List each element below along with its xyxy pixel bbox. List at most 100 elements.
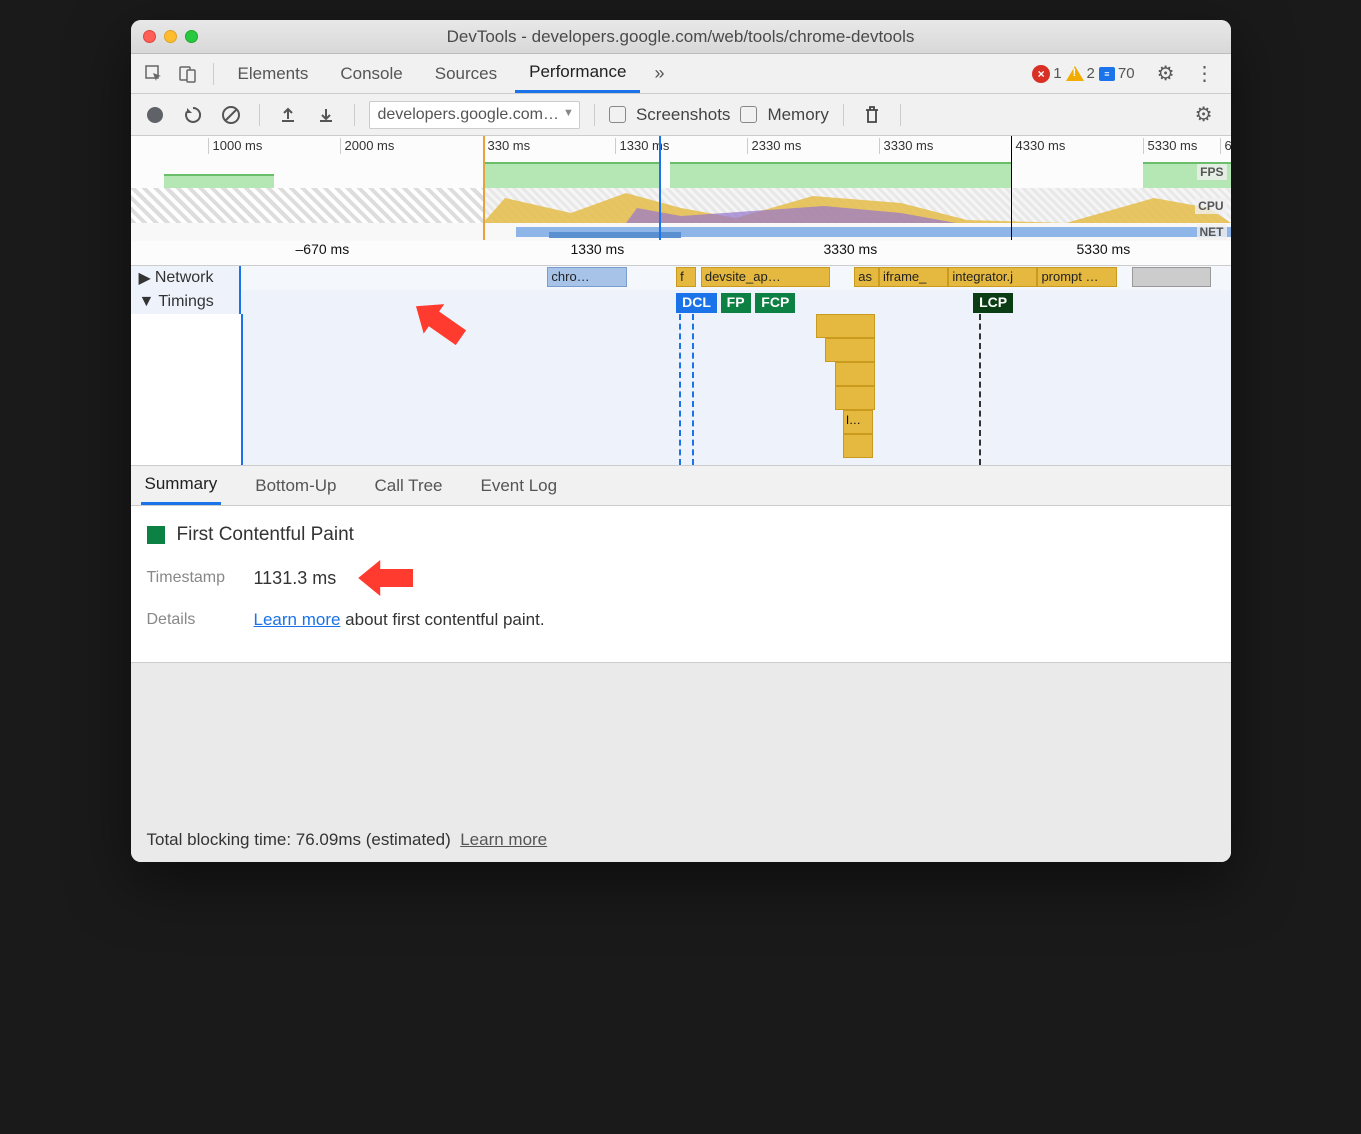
network-item[interactable]: prompt … (1037, 267, 1116, 287)
network-item[interactable] (1132, 267, 1211, 287)
maximize-window-button[interactable] (185, 30, 198, 43)
details-label: Details (147, 611, 242, 629)
more-tabs-button[interactable]: » (644, 63, 674, 84)
detail-ruler: –670 ms 1330 ms 3330 ms 5330 ms (131, 241, 1231, 263)
long-task-bar[interactable] (835, 362, 875, 386)
performance-toolbar: developers.google.com… Screenshots Memor… (131, 94, 1231, 136)
network-item[interactable]: chro… (547, 267, 626, 287)
tab-elements[interactable]: Elements (224, 56, 323, 92)
network-item[interactable]: integrator.j (948, 267, 1037, 287)
tab-bottom-up[interactable]: Bottom-Up (251, 468, 340, 504)
timing-marker-fcp[interactable]: FCP (755, 293, 795, 313)
screenshots-checkbox[interactable] (609, 106, 626, 123)
warning-icon (1066, 66, 1084, 81)
tab-event-log[interactable]: Event Log (477, 468, 562, 504)
record-button[interactable] (141, 101, 169, 129)
long-task-bar[interactable]: l… (843, 410, 873, 434)
ruler-tick: 633 (1220, 138, 1231, 154)
cpu-lane: CPU (131, 188, 1231, 223)
ruler-tick: 2330 ms (747, 138, 802, 154)
tab-sources[interactable]: Sources (421, 56, 511, 92)
learn-more-link[interactable]: Learn more (460, 830, 547, 849)
separator (354, 104, 355, 126)
clear-button[interactable] (217, 101, 245, 129)
details-tabs: Summary Bottom-Up Call Tree Event Log (131, 466, 1231, 506)
summary-panel: First Contentful Paint Timestamp 1131.3 … (131, 506, 1231, 662)
timing-marker-lcp[interactable]: LCP (973, 293, 1013, 313)
more-menu-icon[interactable]: ⋮ (1187, 61, 1223, 86)
cpu-label: CPU (1195, 198, 1226, 214)
timing-marker-fp[interactable]: FP (721, 293, 751, 313)
network-item[interactable]: devsite_ap… (701, 267, 830, 287)
network-track-header[interactable]: ▶ Network (131, 266, 241, 290)
chevron-right-icon: ▶ (139, 268, 151, 288)
marker-line (679, 314, 681, 465)
inspect-element-icon[interactable] (139, 59, 169, 89)
timestamp-label: Timestamp (147, 569, 242, 587)
error-count[interactable]: ×1 (1032, 65, 1061, 83)
long-task-bar[interactable] (825, 338, 874, 362)
panel-tabs: Elements Console Sources Performance » ×… (131, 54, 1231, 94)
annotation-arrow-icon (358, 560, 413, 596)
ruler-tick: 2000 ms (340, 138, 395, 154)
save-profile-button[interactable] (312, 101, 340, 129)
network-item[interactable]: f (676, 267, 696, 287)
blocking-time-text: Total blocking time: 76.09ms (estimated) (147, 830, 451, 849)
settings-icon[interactable]: ⚙ (1149, 61, 1183, 86)
separator (259, 104, 260, 126)
long-task-bar[interactable] (843, 434, 873, 458)
timings-track: ▼ Timings DCL FP FCP LCP (131, 290, 1231, 314)
flame-chart[interactable]: ▶ Network chro… f devsite_ap… as iframe_… (131, 266, 1231, 466)
ruler-tick: 1000 ms (208, 138, 263, 154)
tab-performance[interactable]: Performance (515, 54, 640, 93)
timings-track-content[interactable]: DCL FP FCP LCP (241, 290, 1231, 314)
timings-track-header[interactable]: ▼ Timings (131, 290, 241, 314)
net-lane: NET (131, 223, 1231, 241)
network-track-content[interactable]: chro… f devsite_ap… as iframe_ integrato… (241, 266, 1231, 290)
event-color-swatch (147, 526, 165, 544)
footer-panel: Total blocking time: 76.09ms (estimated)… (131, 662, 1231, 862)
ruler-tick: 330 ms (483, 138, 531, 154)
overview-ruler: 1000 ms 2000 ms 330 ms 1330 ms 2330 ms 3… (131, 136, 1231, 158)
tab-call-tree[interactable]: Call Tree (370, 468, 446, 504)
separator (900, 104, 901, 126)
window-title: DevTools - developers.google.com/web/too… (131, 27, 1231, 47)
recording-selector[interactable]: developers.google.com… (369, 101, 580, 129)
message-count[interactable]: ≡70 (1099, 65, 1135, 82)
error-icon: × (1032, 65, 1050, 83)
selection-marker[interactable] (659, 136, 661, 240)
capture-settings-icon[interactable]: ⚙ (1187, 102, 1221, 127)
chevron-down-icon: ▼ (139, 293, 155, 311)
overview-timeline[interactable]: 1000 ms 2000 ms 330 ms 1330 ms 2330 ms 3… (131, 136, 1231, 266)
close-window-button[interactable] (143, 30, 156, 43)
device-toolbar-icon[interactable] (173, 59, 203, 89)
ruler-tick: 3330 ms (824, 241, 878, 257)
load-profile-button[interactable] (274, 101, 302, 129)
minimize-window-button[interactable] (164, 30, 177, 43)
tab-summary[interactable]: Summary (141, 466, 222, 505)
garbage-collect-button[interactable] (858, 101, 886, 129)
marker-line (692, 314, 694, 465)
separator (843, 104, 844, 126)
reload-record-button[interactable] (179, 101, 207, 129)
long-task-bar[interactable] (835, 386, 875, 410)
warning-count[interactable]: 2 (1066, 65, 1095, 82)
memory-checkbox[interactable] (740, 106, 757, 123)
ruler-tick: 1330 ms (571, 241, 625, 257)
net-label: NET (1197, 224, 1227, 240)
network-item[interactable]: iframe_ (879, 267, 948, 287)
timings-body[interactable]: l… (241, 314, 1231, 465)
separator (213, 63, 214, 85)
status-icons: ×1 2 ≡70 (1032, 65, 1134, 83)
learn-more-link[interactable]: Learn more (254, 610, 341, 629)
nav-marker (483, 136, 485, 240)
timing-marker-dcl[interactable]: DCL (676, 293, 717, 313)
network-item[interactable]: as (854, 267, 879, 287)
ruler-tick: 4330 ms (1011, 138, 1066, 154)
devtools-window: DevTools - developers.google.com/web/too… (131, 20, 1231, 862)
network-track: ▶ Network chro… f devsite_ap… as iframe_… (131, 266, 1231, 290)
tab-console[interactable]: Console (326, 56, 416, 92)
long-task-bar[interactable] (816, 314, 875, 338)
fps-label: FPS (1197, 164, 1226, 180)
memory-label: Memory (767, 105, 828, 125)
